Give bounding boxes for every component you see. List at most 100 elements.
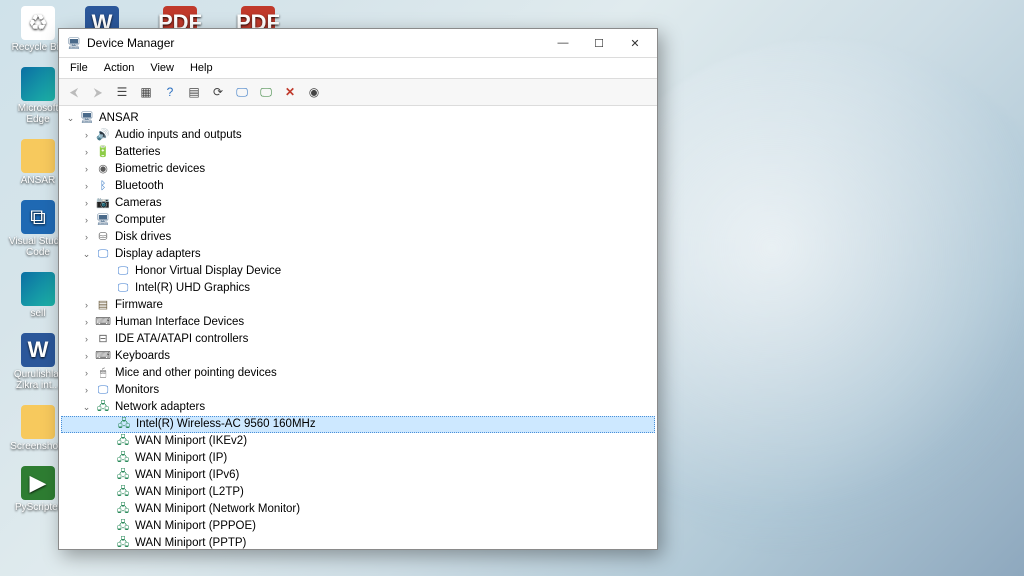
device-category-icon: 🖧: [116, 521, 130, 533]
expand-icon[interactable]: ›: [81, 385, 92, 396]
expand-icon[interactable]: ›: [81, 368, 92, 379]
device-category-icon: 🖵: [116, 283, 130, 295]
menubar: File Action View Help: [59, 58, 657, 79]
expand-icon[interactable]: ›: [81, 164, 92, 175]
tree-node[interactable]: ›🔋Batteries: [61, 144, 655, 161]
tree-node[interactable]: 🖵 Intel(R) UHD Graphics: [61, 280, 655, 297]
tree-node-label: Computer: [114, 214, 167, 228]
nav-back-button[interactable]: ⮜: [63, 81, 85, 103]
tree-node[interactable]: 🖧 Intel(R) Wireless-AC 9560 160MHz: [61, 416, 655, 433]
nav-forward-button[interactable]: ⮞: [87, 81, 109, 103]
tree-node[interactable]: ›▤Firmware: [61, 297, 655, 314]
maximize-button[interactable]: ☐: [581, 32, 617, 54]
tree-node[interactable]: ›📷Cameras: [61, 195, 655, 212]
device-category-icon: 🖥: [80, 113, 94, 125]
expand-icon[interactable]: ›: [81, 198, 92, 209]
collapse-icon[interactable]: ⌄: [81, 249, 92, 260]
tree-node[interactable]: 🖵 Honor Virtual Display Device: [61, 263, 655, 280]
menu-view[interactable]: View: [143, 60, 181, 76]
expand-icon[interactable]: ›: [81, 317, 92, 328]
device-category-icon: 🖧: [116, 453, 130, 465]
tree-node[interactable]: ›⊟IDE ATA/ATAPI controllers: [61, 331, 655, 348]
expand-icon[interactable]: ›: [81, 300, 92, 311]
show-hide-tree-button[interactable]: ☰: [111, 81, 133, 103]
collapse-icon[interactable]: ⌄: [81, 402, 92, 413]
tree-node-label: IDE ATA/ATAPI controllers: [114, 333, 249, 347]
tree-node[interactable]: ⌄🖧Network adapters: [61, 399, 655, 416]
expand-icon[interactable]: ›: [81, 181, 92, 192]
properties-button[interactable]: ▦: [135, 81, 157, 103]
tree-node-label: WAN Miniport (PPTP): [134, 537, 247, 549]
minimize-button[interactable]: —: [545, 32, 581, 54]
tree-node-label: Biometric devices: [114, 163, 206, 177]
device-category-icon: ◉: [96, 164, 110, 176]
menu-action[interactable]: Action: [97, 60, 142, 76]
uninstall-device-button[interactable]: ✕: [279, 81, 301, 103]
device-tree[interactable]: ⌄🖥ANSAR›🔊Audio inputs and outputs›🔋Batte…: [59, 106, 657, 549]
tree-node[interactable]: 🖧WAN Miniport (IKEv2): [61, 433, 655, 450]
tree-node[interactable]: ⌄🖵Display adapters: [61, 246, 655, 263]
expand-icon[interactable]: ›: [81, 147, 92, 158]
disable-device-button[interactable]: ◉: [303, 81, 325, 103]
tree-node[interactable]: 🖧 WAN Miniport (IP): [61, 450, 655, 467]
device-category-icon: 🖵: [96, 385, 110, 397]
tree-node[interactable]: ⌄🖥ANSAR: [61, 110, 655, 127]
expand-icon[interactable]: ›: [81, 215, 92, 226]
device-category-icon: 🖵: [116, 266, 130, 278]
expand-icon[interactable]: ›: [81, 351, 92, 362]
device-category-icon: ▤: [96, 300, 110, 312]
tree-node-label: Intel(R) Wireless-AC 9560 160MHz: [135, 418, 317, 432]
tree-node[interactable]: ›⌨Human Interface Devices: [61, 314, 655, 331]
tree-node[interactable]: 🖧WAN Miniport (IPv6): [61, 467, 655, 484]
tree-node[interactable]: 🖧 WAN Miniport (Network Monitor): [61, 501, 655, 518]
tree-node-label: WAN Miniport (IP): [134, 452, 228, 466]
desktop-glyph-icon: ⧉: [21, 200, 55, 234]
collapse-icon[interactable]: ⌄: [65, 113, 76, 124]
tree-node-label: Intel(R) UHD Graphics: [134, 282, 251, 296]
tree-node[interactable]: 🖧WAN Miniport (PPTP): [61, 535, 655, 549]
app-icon: 🖥: [67, 37, 81, 49]
device-category-icon: 🖧: [96, 402, 110, 414]
tree-node[interactable]: ›🖵Monitors: [61, 382, 655, 399]
tree-node-label: Mice and other pointing devices: [114, 367, 278, 381]
device-category-icon: 🔊: [96, 130, 110, 142]
tree-node[interactable]: ›🖥Computer: [61, 212, 655, 229]
device-category-icon: 🖧: [116, 504, 130, 516]
titlebar[interactable]: 🖥 Device Manager — ☐ ✕: [59, 29, 657, 58]
desktop-glyph-icon: ▶: [21, 466, 55, 500]
tree-node[interactable]: › ◉ Biometric devices: [61, 161, 655, 178]
expand-icon[interactable]: ›: [81, 130, 92, 141]
expand-icon[interactable]: ›: [81, 334, 92, 345]
device-category-icon: 🖧: [117, 419, 131, 431]
tree-node[interactable]: 🖧WAN Miniport (PPPOE): [61, 518, 655, 535]
device-category-icon: ⛁: [96, 232, 110, 244]
help-button[interactable]: ?: [159, 81, 181, 103]
device-manager-window: 🖥 Device Manager — ☐ ✕ File Action View …: [58, 28, 658, 550]
tree-node-label: Disk drives: [114, 231, 172, 245]
desktop-glyph-icon: [21, 139, 55, 173]
device-category-icon: ᛒ: [96, 181, 110, 193]
close-button[interactable]: ✕: [617, 32, 653, 54]
enable-device-button[interactable]: 🖵: [255, 81, 277, 103]
tree-node[interactable]: ›ᛒBluetooth: [61, 178, 655, 195]
tree-node[interactable]: 🖧WAN Miniport (L2TP): [61, 484, 655, 501]
tree-node-label: WAN Miniport (IPv6): [134, 469, 240, 483]
tree-node-label: WAN Miniport (Network Monitor): [134, 503, 301, 517]
tree-node-label: Cameras: [114, 197, 163, 211]
device-category-icon: 🖵: [96, 249, 110, 261]
desktop-glyph-icon: [21, 272, 55, 306]
action-button[interactable]: ▤: [183, 81, 205, 103]
desktop-icon-label: ANSAR: [21, 175, 55, 186]
menu-file[interactable]: File: [63, 60, 95, 76]
desktop-glyph-icon: ♻: [21, 6, 55, 40]
tree-node[interactable]: ›🖱Mice and other pointing devices: [61, 365, 655, 382]
tree-node-label: Honor Virtual Display Device: [134, 265, 282, 279]
menu-help[interactable]: Help: [183, 60, 220, 76]
expand-icon[interactable]: ›: [81, 232, 92, 243]
scan-hardware-button[interactable]: ⟳: [207, 81, 229, 103]
tree-node[interactable]: ›⌨Keyboards: [61, 348, 655, 365]
update-driver-button[interactable]: 🖵: [231, 81, 253, 103]
tree-node[interactable]: › ⛁ Disk drives: [61, 229, 655, 246]
window-controls: — ☐ ✕: [545, 32, 653, 54]
tree-node[interactable]: ›🔊Audio inputs and outputs: [61, 127, 655, 144]
